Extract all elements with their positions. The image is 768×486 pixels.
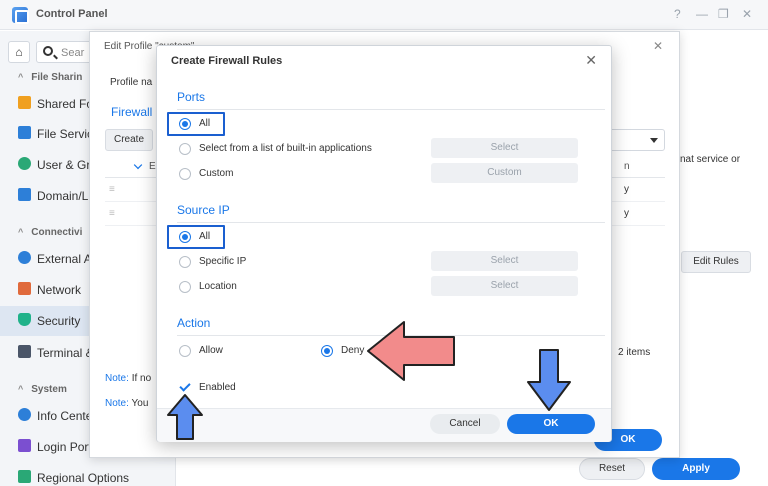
ok-button[interactable]: OK: [507, 414, 595, 434]
firewall-section-label: Firewall: [111, 105, 153, 119]
enabled-column-header: E: [149, 161, 156, 172]
description-text: nat service or: [680, 154, 741, 165]
section-connectivity[interactable]: ^ Connectivi: [18, 227, 82, 238]
home-icon: ⌂: [15, 45, 23, 59]
sidebar-item-regional-options[interactable]: Regional Options: [0, 463, 176, 486]
terminal-icon: [18, 345, 31, 358]
drag-handle-icon[interactable]: ≡: [109, 208, 115, 219]
cancel-button[interactable]: Cancel: [430, 414, 500, 434]
ports-custom-button[interactable]: Custom: [431, 163, 578, 183]
login-portal-icon: [18, 439, 31, 452]
control-panel-icon: [12, 7, 29, 24]
edit-rules-button[interactable]: Edit Rules: [681, 251, 751, 273]
apply-button[interactable]: Apply: [652, 458, 740, 480]
section-system[interactable]: ^ System: [18, 384, 67, 395]
filter-dropdown[interactable]: [605, 129, 665, 151]
drag-handle-icon[interactable]: ≡: [109, 184, 115, 195]
check-icon: [133, 160, 143, 170]
row-value: y: [624, 208, 629, 219]
ports-heading: Ports: [177, 90, 206, 104]
divider: [177, 109, 605, 110]
reset-button[interactable]: Reset: [579, 458, 645, 480]
ports-select-button[interactable]: Select: [431, 138, 578, 158]
external-access-icon: [18, 251, 31, 264]
window-titlebar: Control Panel ? — ❐ ✕: [0, 0, 768, 30]
help-icon[interactable]: ?: [674, 7, 681, 21]
domain-icon: [18, 188, 31, 201]
highlight-box: [167, 225, 225, 249]
specific-ip-select-button[interactable]: Select: [431, 251, 578, 271]
location-select-button[interactable]: Select: [431, 276, 578, 296]
network-icon: [18, 282, 31, 295]
row-value: y: [624, 184, 629, 195]
chevron-up-icon: ^: [18, 72, 24, 82]
regional-options-icon: [18, 470, 31, 483]
action-heading: Action: [177, 316, 211, 330]
divider: [177, 222, 605, 223]
blue-down-arrow-icon: [527, 349, 571, 411]
create-button[interactable]: Create: [105, 129, 153, 151]
items-count: 2 items: [618, 347, 651, 358]
close-icon[interactable]: ✕: [585, 52, 597, 69]
chevron-up-icon: ^: [18, 227, 24, 237]
enabled-checkbox[interactable]: [179, 381, 191, 393]
search-placeholder: Sear: [61, 47, 85, 59]
blue-up-arrow-icon: [167, 394, 203, 440]
users-icon: [18, 157, 31, 170]
close-icon[interactable]: ✕: [653, 39, 663, 53]
dialog-title: Create Firewall Rules: [171, 55, 283, 67]
note-2: Note: You: [105, 398, 149, 409]
info-icon: [18, 408, 31, 421]
folder-icon: [18, 96, 31, 109]
section-file-sharing[interactable]: ^ File Sharin: [18, 72, 82, 83]
source-ip-heading: Source IP: [177, 203, 230, 217]
search-icon: [43, 46, 53, 56]
red-left-arrow-icon: [367, 321, 455, 381]
chevron-up-icon: ^: [18, 384, 24, 394]
profile-name-label: Profile na: [110, 77, 153, 88]
enabled-label: Enabled: [199, 382, 236, 393]
highlight-box: [167, 112, 225, 136]
close-icon[interactable]: ✕: [742, 7, 752, 21]
minimize-icon[interactable]: —: [696, 7, 708, 21]
shield-icon: [18, 313, 31, 326]
column-header: n: [624, 161, 630, 172]
home-button[interactable]: ⌂: [8, 41, 30, 63]
maximize-icon[interactable]: ❐: [718, 7, 729, 21]
window-title: Control Panel: [36, 8, 108, 20]
note-1: Note: If no: [105, 373, 152, 384]
file-services-icon: [18, 126, 31, 139]
